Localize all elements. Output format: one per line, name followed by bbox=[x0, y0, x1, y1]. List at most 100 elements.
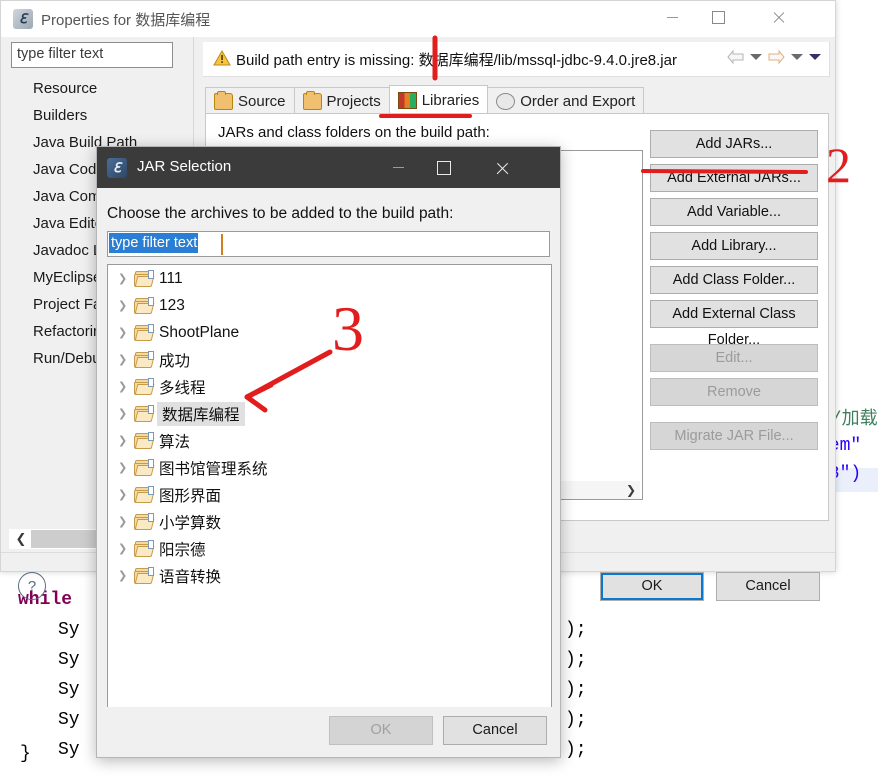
folder-icon bbox=[134, 406, 153, 421]
add-external-jars-button[interactable]: Add External JARs... bbox=[650, 164, 818, 192]
tab-libraries[interactable]: Libraries bbox=[389, 85, 489, 114]
tree-label: 算法 bbox=[159, 430, 190, 452]
tab-label: Projects bbox=[327, 93, 381, 110]
tab-label: Libraries bbox=[422, 92, 480, 109]
warning-icon bbox=[213, 50, 231, 66]
code-fragment: Sy bbox=[58, 620, 80, 640]
navigation-icons[interactable] bbox=[727, 50, 821, 64]
code-statement-end: ); bbox=[565, 680, 587, 700]
jar-selection-dialog: ℇ JAR Selection Choose the archives to b… bbox=[96, 146, 561, 758]
chevron-right-icon[interactable]: ❯ bbox=[118, 353, 134, 366]
chevron-right-icon[interactable]: ❯ bbox=[118, 407, 134, 420]
tree-row-tuxingjiemian[interactable]: ❯ 图形界面 bbox=[108, 481, 551, 508]
tree-row-tushuguan[interactable]: ❯图书馆管理系统 bbox=[108, 454, 551, 481]
tree-row-shootplane[interactable]: ❯ ShootPlane bbox=[108, 319, 551, 346]
add-jars-button[interactable]: Add JARs... bbox=[650, 130, 818, 158]
tree-row-suanfa[interactable]: ❯ 算法 bbox=[108, 427, 551, 454]
minimize-icon[interactable] bbox=[649, 1, 695, 33]
tree-row-duoxiancheng[interactable]: ❯多线程 bbox=[108, 373, 551, 400]
add-external-class-folder-button[interactable]: Add External Class Folder... bbox=[650, 300, 818, 328]
chevron-right-icon[interactable]: ❯ bbox=[118, 569, 134, 582]
tree-label: ShootPlane bbox=[159, 324, 239, 342]
help-question-icon[interactable]: ? bbox=[18, 572, 46, 600]
tree-label: 图形界面 bbox=[159, 484, 221, 506]
tree-label: Resource bbox=[33, 80, 97, 97]
chevron-right-icon[interactable]: ❯ bbox=[118, 488, 134, 501]
chevron-right-icon[interactable]: ❯ bbox=[118, 515, 134, 528]
chevron-right-icon[interactable]: ❯ bbox=[118, 299, 134, 312]
close-icon[interactable] bbox=[755, 1, 801, 33]
minimize-icon[interactable] bbox=[375, 147, 421, 188]
chevron-right-icon[interactable]: ❯ bbox=[118, 380, 134, 393]
properties-ok-button[interactable]: OK bbox=[600, 572, 704, 601]
code-fragment: Sy bbox=[58, 680, 80, 700]
tree-row-yuyinzhuanhuan[interactable]: ❯语音转换 bbox=[108, 562, 551, 589]
add-variable-button[interactable]: Add Variable... bbox=[650, 198, 818, 226]
code-fragment: Sy bbox=[58, 650, 80, 670]
tree-row-111[interactable]: ❯111 bbox=[108, 265, 551, 292]
maximize-icon[interactable] bbox=[421, 147, 467, 188]
scroll-left-icon[interactable]: ❮ bbox=[11, 530, 31, 548]
tree-label: 成功 bbox=[159, 349, 190, 371]
source-folder-icon bbox=[214, 93, 233, 110]
tree-row-xiaoxuesuanshu[interactable]: ❯ 小学算数 bbox=[108, 508, 551, 535]
tree-row-shujukubiancheng[interactable]: ❯ 数据库编程 bbox=[108, 400, 551, 427]
tab-label: Source bbox=[238, 93, 286, 110]
jars-list-label: JARs and class folders on the build path… bbox=[218, 124, 490, 141]
tab-projects[interactable]: Projects bbox=[294, 87, 390, 114]
tree-row-123[interactable]: ❯ 123 bbox=[108, 292, 551, 319]
properties-window-title: Properties for 数据库编程 bbox=[41, 9, 210, 30]
add-class-folder-button[interactable]: Add Class Folder... bbox=[650, 266, 818, 294]
code-statement-end: ); bbox=[565, 650, 587, 670]
properties-filter-input[interactable]: type filter text bbox=[11, 42, 173, 68]
code-fragment: Sy bbox=[58, 740, 80, 760]
folder-icon bbox=[134, 271, 153, 286]
jar-dialog-titlebar[interactable]: ℇ JAR Selection bbox=[97, 147, 560, 188]
jar-dialog-prompt: Choose the archives to be added to the b… bbox=[107, 205, 453, 223]
maximize-icon[interactable] bbox=[695, 1, 741, 33]
tab-order-and-export[interactable]: Order and Export bbox=[487, 87, 644, 114]
jar-dialog-ok-button: OK bbox=[329, 716, 433, 745]
tree-row-chenggong[interactable]: ❯ 成功 bbox=[108, 346, 551, 373]
folder-icon bbox=[134, 568, 153, 583]
folder-icon bbox=[134, 325, 153, 340]
build-path-tabs[interactable]: Source Projects Libraries Order and Expo… bbox=[205, 85, 643, 114]
chevron-right-icon[interactable]: ❯ bbox=[118, 326, 134, 339]
chevron-right-icon[interactable]: ❯ bbox=[118, 272, 134, 285]
tree-label: 小学算数 bbox=[159, 511, 221, 533]
tree-label: 123 bbox=[159, 297, 185, 315]
jar-project-tree[interactable]: ❯111 ❯ 123 ❯ ShootPlane ❯ 成功 ❯多线程 ❯ 数据库编程 ❯ 算… bbox=[107, 264, 552, 708]
build-path-message-bar: Build path entry is missing: 数据库编程/lib/m… bbox=[203, 42, 830, 77]
jar-filter-value: type filter text bbox=[109, 233, 198, 253]
jar-dialog-cancel-button[interactable]: Cancel bbox=[443, 716, 547, 745]
menu-caret-icon[interactable] bbox=[809, 54, 821, 60]
chevron-right-icon[interactable]: ❯ bbox=[118, 542, 134, 555]
code-fragment: Sy bbox=[58, 710, 80, 730]
folder-icon bbox=[134, 541, 153, 556]
libraries-button-column: Add JARs... Add External JARs... Add Var… bbox=[650, 130, 818, 456]
back-dropdown-caret-icon[interactable] bbox=[750, 54, 762, 60]
sidebar-item-builders[interactable]: Builders bbox=[11, 102, 181, 129]
tree-label: 数据库编程 bbox=[157, 402, 245, 426]
folder-icon bbox=[134, 433, 153, 448]
folder-icon bbox=[134, 298, 153, 313]
forward-dropdown-caret-icon[interactable] bbox=[791, 54, 803, 60]
close-icon[interactable] bbox=[479, 147, 525, 188]
jar-dialog-title: JAR Selection bbox=[137, 158, 231, 175]
chevron-right-icon[interactable]: ❯ bbox=[118, 461, 134, 474]
tree-row-yangzongde[interactable]: ❯阳宗德 bbox=[108, 535, 551, 562]
properties-cancel-button[interactable]: Cancel bbox=[716, 572, 820, 601]
scroll-right-icon[interactable]: ❯ bbox=[622, 481, 640, 499]
tree-label: MyEclipse bbox=[33, 269, 101, 286]
chevron-right-icon[interactable]: ❯ bbox=[118, 434, 134, 447]
back-arrow-icon[interactable] bbox=[727, 50, 744, 64]
jar-filter-input[interactable]: type filter text bbox=[107, 231, 550, 257]
sidebar-item-resource[interactable]: Resource bbox=[11, 75, 181, 102]
forward-arrow-icon[interactable] bbox=[768, 50, 785, 64]
edit-button: Edit... bbox=[650, 344, 818, 372]
add-library-button[interactable]: Add Library... bbox=[650, 232, 818, 260]
migrate-jar-file-button: Migrate JAR File... bbox=[650, 422, 818, 450]
tab-source[interactable]: Source bbox=[205, 87, 295, 114]
order-export-icon bbox=[496, 93, 515, 110]
properties-titlebar[interactable]: ℇ Properties for 数据库编程 bbox=[1, 1, 835, 37]
